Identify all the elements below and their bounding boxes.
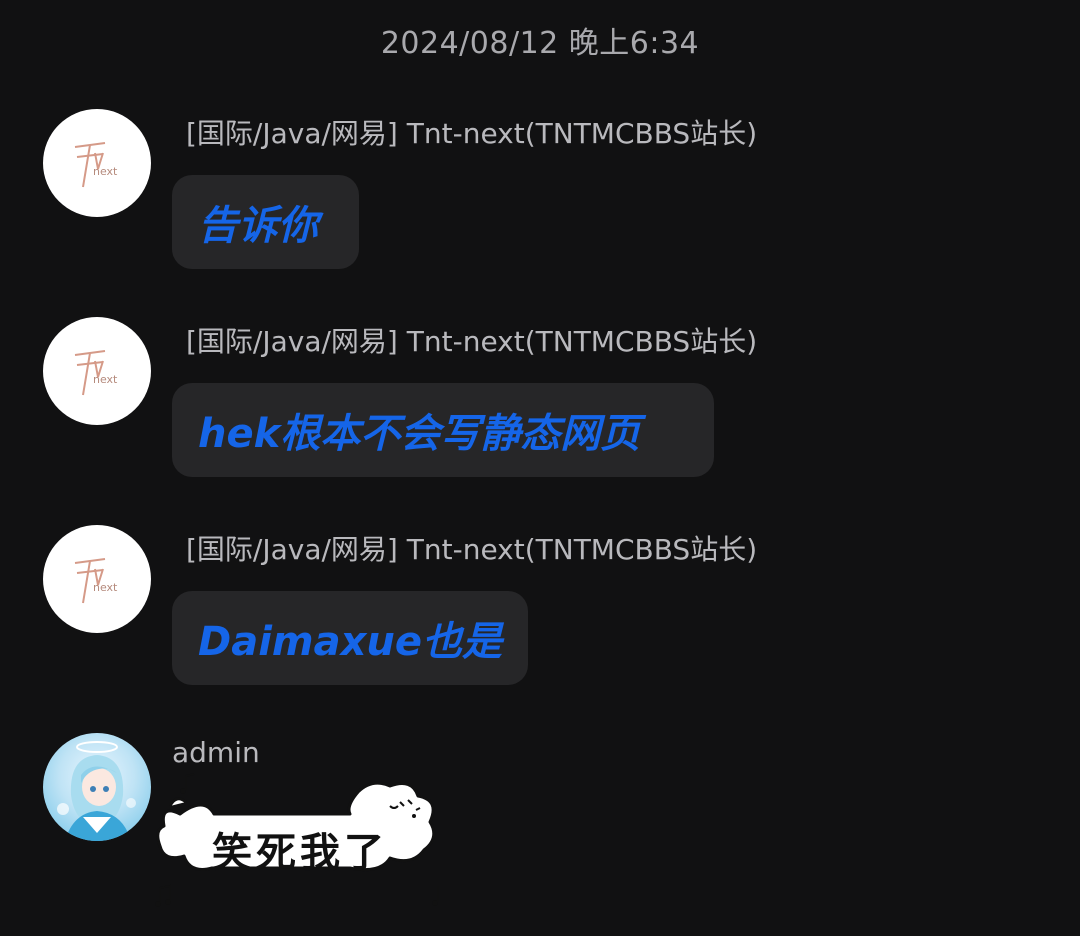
admin-name: admin [172,736,260,769]
svg-text:next: next [93,373,118,386]
sender-name: [国际/Java/网易] Tnt-next(TNTMCBBS站长) [186,117,758,150]
message-text: 告诉你 [198,203,318,249]
svg-text:next: next [93,165,118,178]
sender-avatar[interactable]: next [43,525,151,633]
sender-avatar[interactable]: next [43,317,151,425]
admin-avatar[interactable] [43,733,151,841]
sticker-message[interactable]: 笑死我了 [150,770,460,915]
sticker-text: 笑死我了 [212,830,388,876]
tnt-logo-icon: next [74,350,118,396]
message-bubble[interactable]: 告诉你 [172,175,359,269]
tnt-logo-icon: next [74,142,118,188]
message-timestamp: 2024/08/12 晚上6:34 [380,26,700,61]
chat-window: 2024/08/12 晚上6:34 next [国际/Java/网易] Tnt-… [0,0,1080,936]
tnt-logo-icon: next [74,558,118,604]
sender-name: [国际/Java/网易] Tnt-next(TNTMCBBS站长) [186,325,758,358]
sender-name: [国际/Java/网易] Tnt-next(TNTMCBBS站长) [186,533,758,566]
svg-text:next: next [93,581,118,594]
message-bubble[interactable]: Daimaxue也是 [172,591,528,685]
message-text: hek根本不会写静态网页 [198,411,641,457]
sender-avatar[interactable]: next [43,109,151,217]
message-text: Daimaxue也是 [198,619,502,665]
message-bubble[interactable]: hek根本不会写静态网页 [172,383,714,477]
anime-girl-avatar-icon [57,741,136,841]
